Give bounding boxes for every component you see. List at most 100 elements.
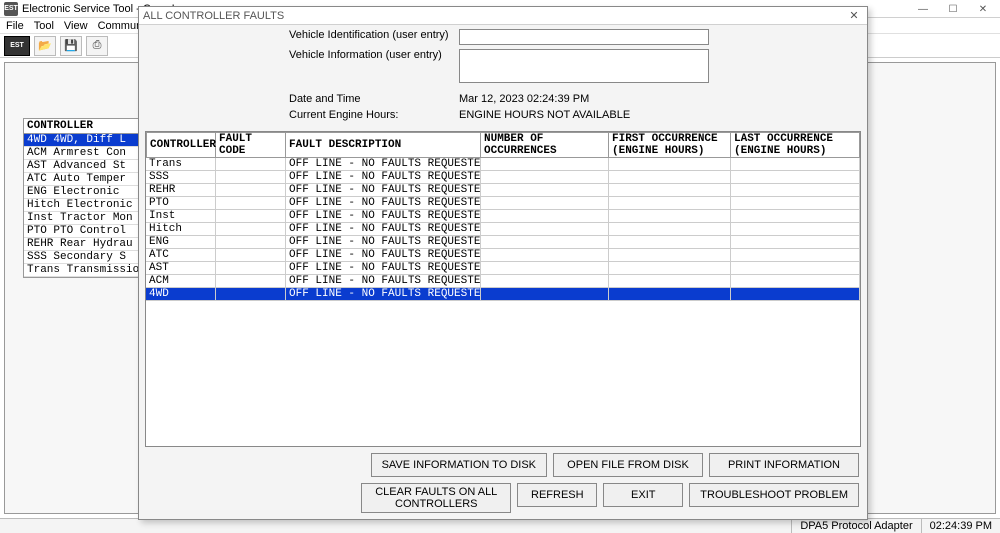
faults-cell <box>481 210 609 223</box>
faults-cell <box>216 197 286 210</box>
faults-cell <box>609 236 731 249</box>
faults-cell: AST <box>146 262 216 275</box>
faults-cell <box>609 275 731 288</box>
faults-cell <box>481 275 609 288</box>
faults-cell <box>216 288 286 301</box>
controller-list-item[interactable]: PTO PTO Control <box>24 225 142 238</box>
print-information-button[interactable]: PRINT INFORMATION <box>709 453 859 477</box>
date-time-label: Date and Time <box>289 93 459 105</box>
faults-cell <box>481 262 609 275</box>
col-first-occurrence[interactable]: FIRST OCCURRENCE (ENGINE HOURS) <box>609 132 731 158</box>
dialog-close-icon[interactable]: ✕ <box>845 9 863 23</box>
clear-faults-all-button[interactable]: CLEAR FAULTS ON ALL CONTROLLERS <box>361 483 511 513</box>
controller-list-item[interactable]: ACM Armrest Con <box>24 147 142 160</box>
col-controller[interactable]: CONTROLLER <box>146 132 216 158</box>
toolbar-print-icon[interactable]: ⎙ <box>86 36 108 56</box>
troubleshoot-button[interactable]: TROUBLESHOOT PROBLEM <box>689 483 859 507</box>
controller-list-item[interactable]: ATC Auto Temper <box>24 173 142 186</box>
faults-cell: Hitch <box>146 223 216 236</box>
faults-cell <box>216 210 286 223</box>
open-from-disk-button[interactable]: OPEN FILE FROM DISK <box>553 453 703 477</box>
col-last-occurrence[interactable]: LAST OCCURRENCE (ENGINE HOURS) <box>731 132 860 158</box>
menu-view[interactable]: View <box>64 20 88 32</box>
faults-grid-row[interactable]: TransOFF LINE - NO FAULTS REQUESTED <box>146 158 860 171</box>
engine-hours-value: ENGINE HOURS NOT AVAILABLE <box>459 109 630 121</box>
faults-grid-row[interactable]: Hitch OFF LINE - NO FAULTS REQUESTED <box>146 223 860 236</box>
controller-list-item[interactable]: Trans Transmissio <box>24 264 142 277</box>
faults-cell <box>481 249 609 262</box>
all-controller-faults-dialog: ALL CONTROLLER FAULTS ✕ Vehicle Identifi… <box>138 6 868 520</box>
faults-cell: OFF LINE - NO FAULTS REQUESTED <box>286 171 481 184</box>
faults-cell: OFF LINE - NO FAULTS REQUESTED <box>286 197 481 210</box>
faults-cell <box>481 197 609 210</box>
faults-grid-row[interactable]: REHROFF LINE - NO FAULTS REQUESTED <box>146 184 860 197</box>
faults-cell: ENG <box>146 236 216 249</box>
faults-grid-row[interactable]: ASTOFF LINE - NO FAULTS REQUESTED <box>146 262 860 275</box>
faults-cell <box>731 236 860 249</box>
faults-cell <box>481 288 609 301</box>
faults-cell <box>609 184 731 197</box>
faults-cell <box>216 171 286 184</box>
faults-grid[interactable]: CONTROLLER FAULT CODE FAULT DESCRIPTION … <box>145 131 861 447</box>
exit-button[interactable]: EXIT <box>603 483 683 507</box>
dialog-buttons: SAVE INFORMATION TO DISK OPEN FILE FROM … <box>139 447 867 519</box>
faults-grid-header: CONTROLLER FAULT CODE FAULT DESCRIPTION … <box>146 132 860 158</box>
toolbar-open-icon[interactable]: 📂 <box>34 36 56 56</box>
faults-cell <box>216 249 286 262</box>
col-num-occurrences[interactable]: NUMBER OF OCCURRENCES <box>481 132 609 158</box>
close-button[interactable]: ✕ <box>968 1 998 17</box>
faults-cell: OFF LINE - NO FAULTS REQUESTED <box>286 288 481 301</box>
faults-cell: ACM <box>146 275 216 288</box>
controller-list-item[interactable]: Hitch Electronic <box>24 199 142 212</box>
minimize-button[interactable]: — <box>908 1 938 17</box>
faults-grid-row[interactable]: 4WD OFF LINE - NO FAULTS REQUESTED <box>146 288 860 301</box>
faults-cell: REHR <box>146 184 216 197</box>
menu-file[interactable]: File <box>6 20 24 32</box>
vehicle-info-input[interactable] <box>459 49 709 83</box>
faults-grid-row[interactable]: ATC OFF LINE - NO FAULTS REQUESTED <box>146 249 860 262</box>
faults-grid-row[interactable]: ENGOFF LINE - NO FAULTS REQUESTED <box>146 236 860 249</box>
toolbar-save-icon[interactable]: 💾 <box>60 36 82 56</box>
refresh-button[interactable]: REFRESH <box>517 483 597 507</box>
faults-grid-row[interactable]: InstOFF LINE - NO FAULTS REQUESTED <box>146 210 860 223</box>
faults-cell <box>216 236 286 249</box>
controller-list-item[interactable]: 4WD 4WD, Diff L <box>24 134 142 147</box>
faults-cell: OFF LINE - NO FAULTS REQUESTED <box>286 223 481 236</box>
controller-list-item[interactable]: Inst Tractor Mon <box>24 212 142 225</box>
faults-cell: ATC <box>146 249 216 262</box>
faults-cell: SSS <box>146 171 216 184</box>
faults-grid-row[interactable]: SSS OFF LINE - NO FAULTS REQUESTED <box>146 171 860 184</box>
faults-cell <box>731 223 860 236</box>
faults-cell <box>216 158 286 171</box>
controller-list-item[interactable]: SSS Secondary S <box>24 251 142 264</box>
controller-list-item[interactable]: AST Advanced St <box>24 160 142 173</box>
controller-list[interactable]: CONTROLLER 4WD 4WD, Diff LACM Armrest Co… <box>23 118 143 278</box>
controller-list-item[interactable]: ENG Electronic <box>24 186 142 199</box>
status-bar: DPA5 Protocol Adapter 02:24:39 PM <box>0 518 1000 533</box>
faults-cell: OFF LINE - NO FAULTS REQUESTED <box>286 249 481 262</box>
faults-cell <box>609 197 731 210</box>
save-to-disk-button[interactable]: SAVE INFORMATION TO DISK <box>371 453 547 477</box>
faults-cell <box>731 262 860 275</box>
faults-grid-row[interactable]: PTOOFF LINE - NO FAULTS REQUESTED <box>146 197 860 210</box>
faults-cell <box>216 223 286 236</box>
vehicle-id-input[interactable] <box>459 29 709 45</box>
controller-list-header: CONTROLLER <box>24 119 142 134</box>
maximize-button[interactable]: ☐ <box>938 1 968 17</box>
faults-cell <box>609 262 731 275</box>
faults-grid-row[interactable]: ACM OFF LINE - NO FAULTS REQUESTED <box>146 275 860 288</box>
controller-list-item[interactable]: REHR Rear Hydrau <box>24 238 142 251</box>
col-fault-description[interactable]: FAULT DESCRIPTION <box>286 132 481 158</box>
col-fault-code[interactable]: FAULT CODE <box>216 132 286 158</box>
faults-cell <box>731 171 860 184</box>
faults-cell <box>609 171 731 184</box>
toolbar-est-button[interactable]: EST <box>4 36 30 56</box>
dialog-title: ALL CONTROLLER FAULTS <box>143 10 284 22</box>
faults-cell <box>731 210 860 223</box>
faults-cell: OFF LINE - NO FAULTS REQUESTED <box>286 275 481 288</box>
faults-cell <box>481 223 609 236</box>
faults-cell: 4WD <box>146 288 216 301</box>
menu-tool[interactable]: Tool <box>34 20 54 32</box>
faults-cell <box>731 288 860 301</box>
vehicle-info-label: Vehicle Information (user entry) <box>289 49 459 61</box>
